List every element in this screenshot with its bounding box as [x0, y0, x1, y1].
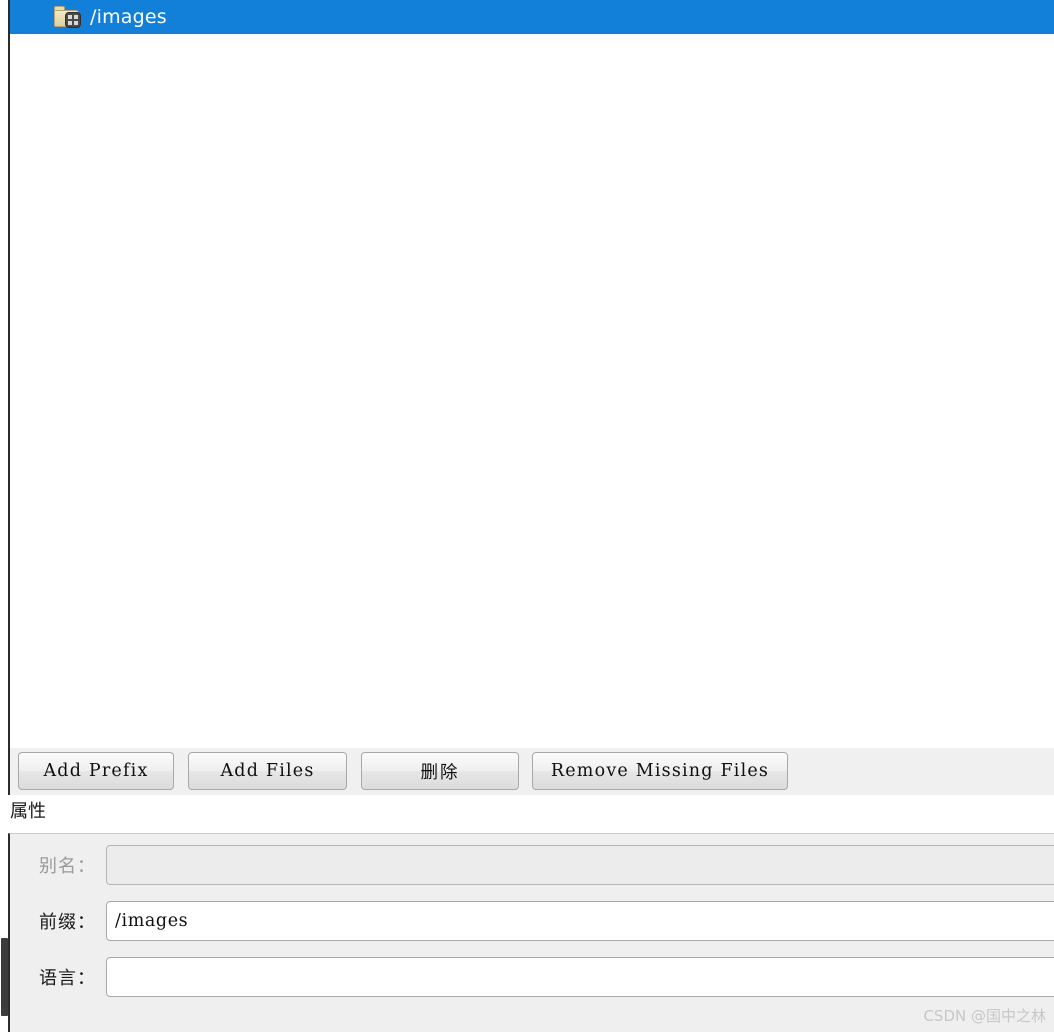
properties-panel: 别名： 前缀： 语言：	[8, 833, 1054, 1032]
window-left-gutter	[0, 0, 1, 1032]
vertical-scrollbar-thumb[interactable]	[1, 938, 8, 1016]
alias-field-label: 别名：	[39, 856, 96, 877]
folder-resource-icon	[53, 5, 83, 29]
tree-item-list[interactable]	[10, 34, 1054, 748]
remove-missing-files-button[interactable]: Remove Missing Files	[532, 752, 788, 790]
resource-tree-panel: /images	[8, 0, 1054, 748]
resource-editor-window: /images Add Prefix Add Files 删除 Remove M…	[0, 0, 1054, 1032]
remove-button[interactable]: 删除	[361, 752, 519, 790]
tree-item-label: /images	[90, 6, 167, 28]
language-field-row: 语言：	[10, 954, 1054, 1000]
alias-field-row: 别名：	[10, 842, 1054, 888]
properties-group-title: 属性	[10, 801, 46, 822]
resource-toolbar: Add Prefix Add Files 删除 Remove Missing F…	[8, 748, 1054, 795]
tree-item-images[interactable]: /images	[10, 0, 1054, 34]
prefix-field-row: 前缀：	[10, 898, 1054, 944]
tree-indent-spacer	[10, 17, 53, 18]
language-input[interactable]	[106, 957, 1054, 997]
prefix-input[interactable]	[106, 901, 1054, 941]
add-files-button[interactable]: Add Files	[188, 752, 347, 790]
prefix-field-label: 前缀：	[39, 912, 96, 933]
language-field-label: 语言：	[39, 968, 96, 989]
alias-input[interactable]	[106, 845, 1054, 885]
add-prefix-button[interactable]: Add Prefix	[18, 752, 174, 790]
